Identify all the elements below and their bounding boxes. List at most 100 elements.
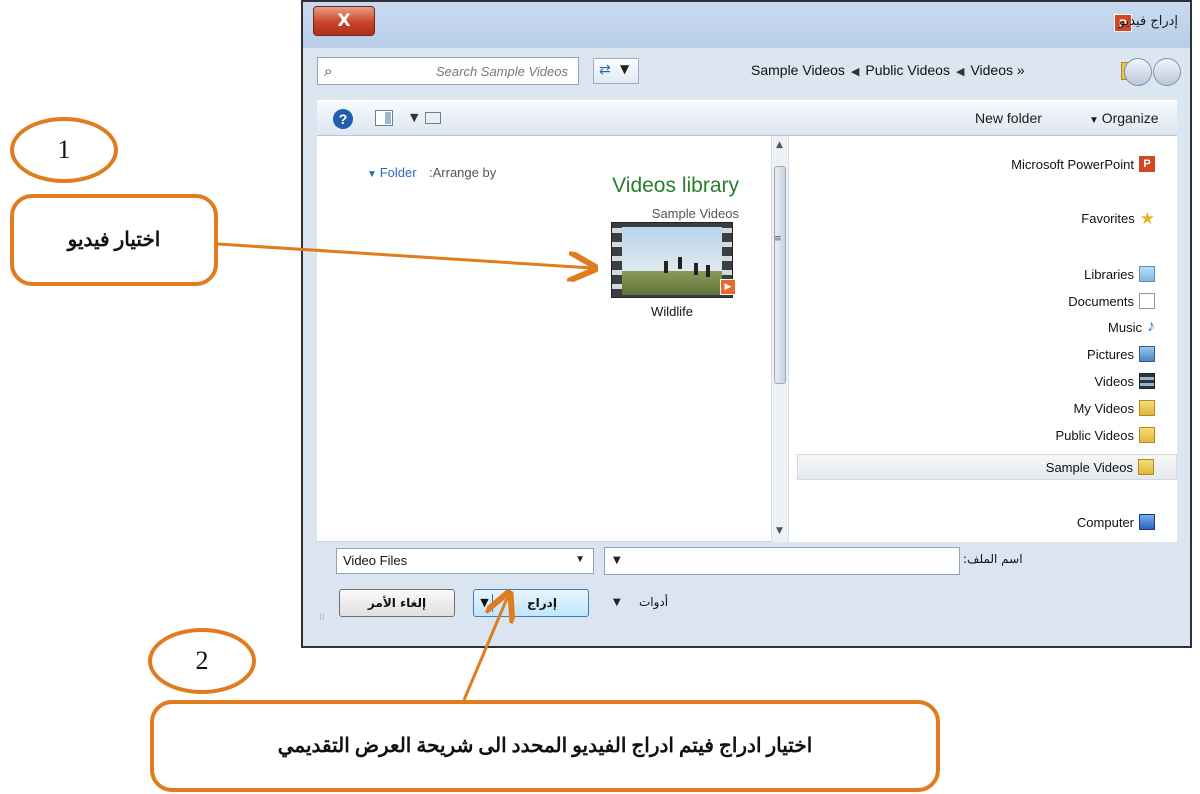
navigation-pane: Microsoft PowerPoint P Favorites ★ Librari…	[789, 136, 1177, 542]
nav-item-label: My Videos	[1073, 400, 1134, 416]
file-name-input[interactable]: ▼	[604, 547, 960, 575]
search-input[interactable]: ⌕ Search Sample Videos	[317, 57, 579, 85]
nav-item-label: Music	[1108, 319, 1142, 335]
library-subtitle: Sample Videos	[651, 206, 739, 221]
folder-icon	[1139, 427, 1155, 443]
cancel-button[interactable]: إلغاء الأمر	[339, 589, 455, 617]
chevron-down-icon[interactable]: ▼	[613, 597, 621, 608]
chevron-down-icon[interactable]: ▼	[613, 555, 621, 566]
refresh-button[interactable]: ⇄ ▼	[593, 58, 639, 84]
arrange-by-value: Folder	[379, 165, 417, 180]
nav-item-label: Computer	[1076, 514, 1134, 530]
nav-item-pictures[interactable]: Pictures	[1087, 346, 1155, 362]
close-button[interactable]: X	[313, 6, 375, 36]
video-file-label[interactable]: Wildlife	[611, 304, 733, 319]
document-icon	[1139, 293, 1155, 309]
refresh-icon: ⇄	[599, 62, 611, 78]
nav-item-music[interactable]: Music ♪	[1108, 319, 1155, 335]
breadcrumb-separator-icon[interactable]: ◀	[956, 66, 964, 78]
breadcrumb-sample-videos[interactable]: Sample Videos	[751, 62, 845, 78]
insert-video-dialog: X P إدراج فيديو ⌕ Search Sample Videos ⇄…	[301, 0, 1192, 648]
breadcrumb-public-videos[interactable]: Public Videos	[865, 62, 950, 78]
powerpoint-icon: P	[1139, 156, 1155, 172]
nav-item-label: Libraries	[1084, 266, 1134, 282]
scrollbar[interactable]: ▲ ≡ ▼	[771, 136, 789, 542]
step-2-badge: 2	[148, 628, 256, 694]
step-1-callout: اختيار فيديو	[10, 194, 218, 286]
computer-icon	[1139, 514, 1155, 530]
nav-item-label: Microsoft PowerPoint	[1011, 156, 1134, 172]
chevron-down-icon: ▼	[367, 169, 380, 180]
scroll-up-icon[interactable]: ▲	[776, 140, 783, 150]
music-icon: ♪	[1147, 318, 1155, 335]
nav-item-documents[interactable]: Documents	[1068, 293, 1155, 309]
file-type-value: Video Files	[343, 553, 408, 568]
breadcrumb-separator-icon[interactable]: ◀	[851, 66, 859, 78]
file-name-label: اسم الملف:	[963, 552, 1023, 566]
film-strip-edge	[612, 223, 622, 297]
arrange-by-label: :Arrange by	[429, 165, 497, 180]
toolbar: ? ▼ New folder ▼ Organize	[317, 100, 1177, 136]
new-folder-button[interactable]: New folder	[975, 110, 1042, 126]
nav-item-favorites[interactable]: Favorites ★	[1081, 210, 1155, 227]
arrange-by-dropdown[interactable]: ▼ Folder	[367, 165, 417, 180]
library-title: Videos library	[612, 174, 739, 197]
scrollbar-thumb[interactable]	[774, 166, 786, 384]
forward-button[interactable]	[1124, 58, 1152, 86]
folder-icon	[1138, 459, 1154, 475]
breadcrumb-videos[interactable]: Videos	[970, 62, 1013, 78]
nav-item-videos[interactable]: Videos	[1094, 373, 1155, 389]
nav-item-public-videos[interactable]: Public Videos	[1055, 427, 1155, 443]
search-placeholder: Search Sample Videos	[435, 64, 568, 79]
scroll-grip-icon: ≡	[774, 234, 782, 244]
nav-item-libraries[interactable]: Libraries	[1084, 266, 1155, 282]
resize-grip-icon[interactable]: ⁞⁞	[319, 613, 325, 623]
nav-item-label: Pictures	[1087, 346, 1134, 362]
nav-item-label: Favorites	[1081, 211, 1135, 226]
window-title: إدراج فيديو	[1118, 14, 1178, 29]
bird-silhouette	[678, 257, 682, 269]
star-icon: ★	[1139, 209, 1155, 228]
file-type-select[interactable]: Video Files ▼	[336, 548, 594, 574]
nav-item-sample-videos[interactable]: Sample Videos	[797, 454, 1177, 480]
nav-item-my-videos[interactable]: My Videos	[1074, 400, 1155, 416]
step-2-callout: اختيار ادراج فيتم ادراج الفيديو المحدد ا…	[150, 700, 940, 792]
bird-silhouette	[706, 265, 710, 277]
folder-icon	[1139, 400, 1155, 416]
insert-button-label: إدراج	[527, 596, 557, 610]
step-1-badge: 1	[10, 117, 118, 183]
preview-pane-icon[interactable]	[375, 110, 393, 126]
nav-item-label: Documents	[1068, 293, 1134, 309]
chevron-down-icon: ▼	[575, 554, 585, 565]
video-thumbnail[interactable]: ▶	[611, 222, 736, 298]
nav-item-computer[interactable]: Computer	[1077, 514, 1155, 530]
videos-icon	[1139, 373, 1155, 389]
search-icon: ⌕	[324, 62, 333, 80]
title-bar: X P إدراج فيديو	[303, 2, 1190, 48]
view-dropdown-icon[interactable]: ▼	[410, 111, 418, 124]
organize-button[interactable]: ▼ Organize	[1089, 110, 1159, 126]
media-player-icon: ▶	[720, 279, 736, 295]
back-button[interactable]	[1153, 58, 1181, 86]
insert-button[interactable]: ▼ إدراج	[473, 589, 589, 617]
bird-silhouette	[664, 261, 668, 273]
breadcrumb-overflow[interactable]: »	[1017, 62, 1025, 78]
file-area: ▼ Folder :Arrange by Videos library Samp…	[317, 136, 1177, 542]
view-icon[interactable]	[425, 112, 441, 124]
bird-silhouette	[694, 263, 698, 275]
nav-item-powerpoint[interactable]: Microsoft PowerPoint P	[1011, 156, 1155, 172]
scroll-down-icon[interactable]: ▼	[776, 526, 783, 536]
nav-item-label: Sample Videos	[1045, 459, 1133, 475]
libraries-icon	[1139, 266, 1155, 282]
breadcrumb: Sample Videos ◀ Public Videos ◀ Videos »	[751, 62, 1025, 78]
help-icon[interactable]: ?	[333, 109, 353, 129]
dialog-footer: Video Files ▼ ▼ اسم الملف: إلغاء الأمر ▼…	[303, 543, 1190, 646]
organize-label: Organize	[1101, 110, 1159, 126]
chevron-down-icon: ▼	[1089, 115, 1102, 126]
nav-item-label: Public Videos	[1055, 427, 1134, 443]
pictures-icon	[1139, 346, 1155, 362]
address-dropdown-icon[interactable]: ▼	[620, 62, 629, 76]
nav-item-label: Videos	[1094, 373, 1134, 389]
insert-dropdown-icon[interactable]: ▼	[477, 594, 493, 612]
tools-menu[interactable]: أدوات	[639, 595, 668, 609]
